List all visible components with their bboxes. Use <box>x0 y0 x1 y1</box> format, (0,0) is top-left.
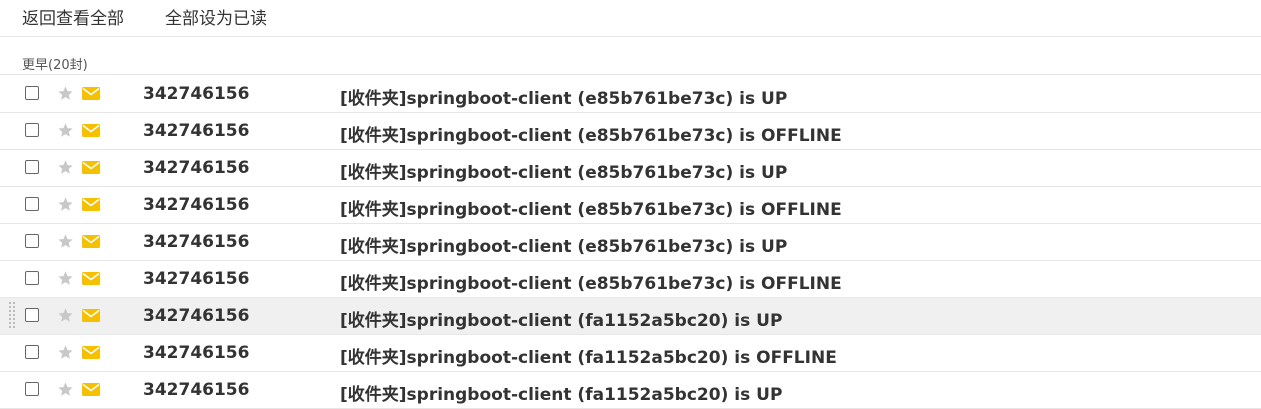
unread-envelope-icon <box>82 383 100 396</box>
sender-name[interactable]: 342746156 <box>143 269 249 289</box>
mail-row[interactable]: 342746156 [收件夹]springboot-client (fa1152a… <box>0 335 1261 372</box>
group-header: 更早(20封) <box>0 52 1261 75</box>
select-checkbox[interactable] <box>25 382 39 396</box>
star-icon[interactable] <box>57 344 74 361</box>
star-icon[interactable] <box>57 159 74 176</box>
drag-handle-icon[interactable] <box>9 302 17 330</box>
mail-row[interactable]: 342746156 [收件夹]springboot-client (fa1152a… <box>0 372 1261 409</box>
mail-row[interactable]: 342746156 [收件夹]springboot-client (fa1152a… <box>0 298 1261 335</box>
star-icon[interactable] <box>57 122 74 139</box>
mail-subject[interactable]: [收件夹]springboot-client (fa1152a5bc20) is… <box>340 343 837 368</box>
sender-name[interactable]: 342746156 <box>143 195 249 215</box>
mail-subject[interactable]: [收件夹]springboot-client (e85b761be73c) is… <box>340 269 842 294</box>
sender-name[interactable]: 342746156 <box>143 121 249 141</box>
select-checkbox[interactable] <box>25 197 39 211</box>
sender-name[interactable]: 342746156 <box>143 343 249 363</box>
mail-row[interactable]: 342746156 [收件夹]springboot-client (e85b761… <box>0 76 1261 113</box>
sender-name[interactable]: 342746156 <box>143 84 249 104</box>
star-icon[interactable] <box>57 307 74 324</box>
sender-name[interactable]: 342746156 <box>143 306 249 326</box>
mail-row[interactable]: 342746156 [收件夹]springboot-client (e85b761… <box>0 187 1261 224</box>
mail-subject[interactable]: [收件夹]springboot-client (e85b761be73c) is… <box>340 84 787 109</box>
star-icon[interactable] <box>57 85 74 102</box>
unread-envelope-icon <box>82 198 100 211</box>
star-icon[interactable] <box>57 233 74 250</box>
star-icon[interactable] <box>57 270 74 287</box>
back-to-all-button[interactable]: 返回查看全部 <box>22 9 124 29</box>
sender-name[interactable]: 342746156 <box>143 380 249 400</box>
select-checkbox[interactable] <box>25 160 39 174</box>
group-label: 更早(20封) <box>22 58 88 73</box>
unread-envelope-icon <box>82 161 100 174</box>
mail-subject[interactable]: [收件夹]springboot-client (e85b761be73c) is… <box>340 195 842 220</box>
star-icon[interactable] <box>57 381 74 398</box>
unread-envelope-icon <box>82 235 100 248</box>
mail-row[interactable]: 342746156 [收件夹]springboot-client (e85b761… <box>0 261 1261 298</box>
select-checkbox[interactable] <box>25 345 39 359</box>
mail-subject[interactable]: [收件夹]springboot-client (e85b761be73c) is… <box>340 158 787 183</box>
sender-name[interactable]: 342746156 <box>143 232 249 252</box>
mail-subject[interactable]: [收件夹]springboot-client (e85b761be73c) is… <box>340 121 842 146</box>
unread-envelope-icon <box>82 87 100 100</box>
mail-row[interactable]: 342746156 [收件夹]springboot-client (e85b761… <box>0 113 1261 150</box>
unread-envelope-icon <box>82 272 100 285</box>
unread-envelope-icon <box>82 124 100 137</box>
mail-subject[interactable]: [收件夹]springboot-client (e85b761be73c) is… <box>340 232 787 257</box>
toolbar: 返回查看全部 全部设为已读 <box>0 0 1261 37</box>
mail-row[interactable]: 342746156 [收件夹]springboot-client (e85b761… <box>0 224 1261 261</box>
mail-row[interactable]: 342746156 [收件夹]springboot-client (e85b761… <box>0 150 1261 187</box>
mark-all-read-button[interactable]: 全部设为已读 <box>165 9 267 29</box>
select-checkbox[interactable] <box>25 308 39 322</box>
unread-envelope-icon <box>82 309 100 322</box>
mail-list: 342746156 [收件夹]springboot-client (e85b761… <box>0 76 1261 409</box>
select-checkbox[interactable] <box>25 234 39 248</box>
sender-name[interactable]: 342746156 <box>143 158 249 178</box>
unread-envelope-icon <box>82 346 100 359</box>
select-checkbox[interactable] <box>25 123 39 137</box>
mail-subject[interactable]: [收件夹]springboot-client (fa1152a5bc20) is… <box>340 380 782 405</box>
star-icon[interactable] <box>57 196 74 213</box>
mail-subject[interactable]: [收件夹]springboot-client (fa1152a5bc20) is… <box>340 306 782 331</box>
select-checkbox[interactable] <box>25 86 39 100</box>
select-checkbox[interactable] <box>25 271 39 285</box>
